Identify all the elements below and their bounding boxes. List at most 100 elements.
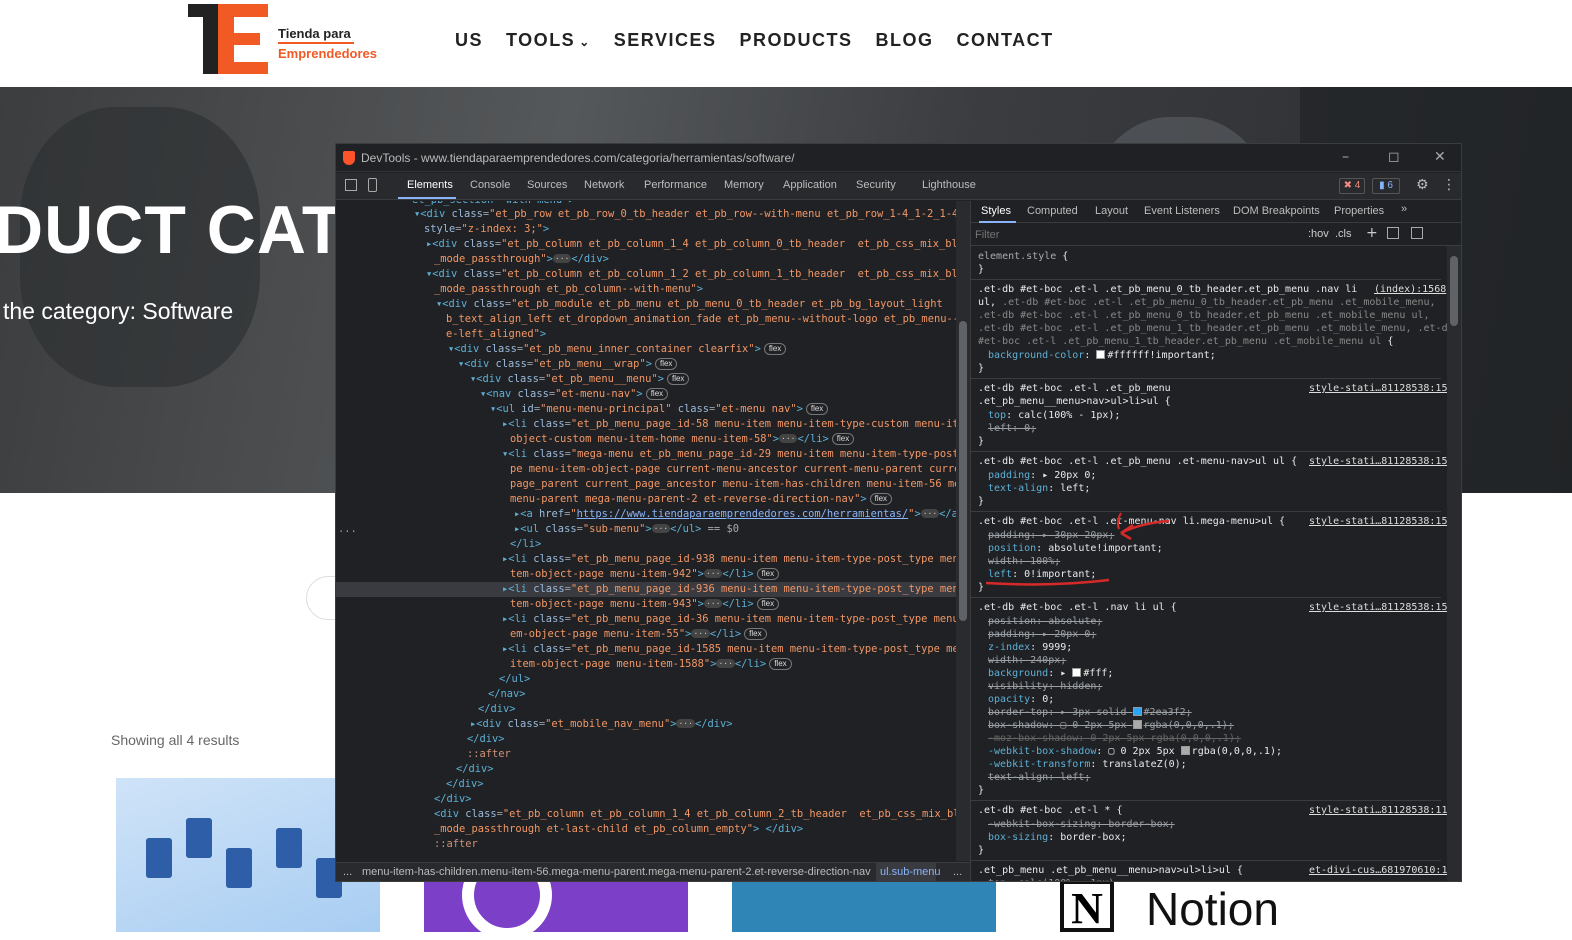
dom-node[interactable]: em-object-page menu-item-55"> ··· </li> fle… bbox=[510, 627, 767, 642]
dom-node[interactable]: tem-object-page menu-item-942"> ··· </li> f… bbox=[510, 567, 780, 582]
dom-node[interactable]: _mode_passthrough et_pb_column--with-men… bbox=[434, 282, 703, 297]
nav-item-contact[interactable]: CONTACT bbox=[956, 30, 1053, 51]
dom-node[interactable]: </nav> bbox=[488, 687, 526, 702]
nav-item-tools-label: TOOLS bbox=[506, 30, 576, 50]
tab-network[interactable]: Network bbox=[584, 179, 624, 191]
tab-performance[interactable]: Performance bbox=[644, 179, 707, 191]
dom-node[interactable]: ▾<div class="et_pb_module et_pb_menu et_… bbox=[436, 297, 956, 312]
dom-node[interactable]: <div class="et_pb_column et_pb_column_1_… bbox=[434, 807, 956, 822]
dom-node-selected[interactable]: ▸<ul class="sub-menu"> ··· </ul> == $0 bbox=[514, 522, 739, 537]
nav-item-products[interactable]: PRODUCTS bbox=[739, 30, 852, 51]
error-count: 4 bbox=[1354, 180, 1361, 191]
dom-node[interactable]: </li> bbox=[510, 537, 541, 552]
brand-name-line2: Emprendedores bbox=[278, 46, 377, 61]
close-icon[interactable]: ✕ bbox=[1434, 149, 1446, 165]
dom-node[interactable]: e-left_aligned"> bbox=[446, 327, 546, 342]
styles-pane: Styles Computed Layout Event Listeners D… bbox=[970, 201, 1461, 881]
error-count-badge[interactable]: ✖ 4 bbox=[1339, 178, 1365, 194]
dom-node[interactable]: </div> bbox=[446, 777, 484, 792]
dom-node[interactable]: ::after bbox=[434, 837, 478, 852]
elements-tree[interactable]: et_pb_section--with-menu"> ▾<div class="… bbox=[336, 201, 956, 861]
dom-node[interactable]: ▾<div class="et_pb_menu_inner_container … bbox=[448, 342, 787, 357]
dom-node[interactable]: </ul> bbox=[499, 672, 530, 687]
site-header: Tienda para Emprendedores US TOOLS ⌄ SERV… bbox=[0, 0, 1572, 87]
dom-node[interactable]: ▸<a href="https://www.tiendaparaemprende… bbox=[514, 507, 956, 522]
dom-node[interactable]: ▸<div class="et_mobile_nav_menu"> ··· </di… bbox=[470, 717, 732, 732]
breadcrumb-more[interactable]: ... bbox=[953, 866, 962, 878]
dom-node[interactable]: item-object-page menu-item-1588"> ··· </li… bbox=[510, 657, 792, 672]
tab-console[interactable]: Console bbox=[470, 179, 510, 191]
dom-node[interactable]: object-custom menu-item-home menu-item-5… bbox=[510, 432, 855, 447]
dom-node[interactable]: ▸<li class="et_pb_menu_page_id-36 menu-i… bbox=[502, 612, 956, 627]
site-logo[interactable] bbox=[188, 4, 268, 76]
dom-node[interactable]: _mode_passthrough et-last-child et_pb_co… bbox=[434, 822, 803, 837]
results-count: Showing all 4 results bbox=[111, 732, 240, 748]
server-icon bbox=[146, 838, 172, 878]
nav-item-blog[interactable]: BLOG bbox=[875, 30, 933, 51]
tab-application[interactable]: Application bbox=[783, 179, 837, 191]
dom-node[interactable]: tem-object-page menu-item-943"> ··· </li> f… bbox=[510, 597, 780, 612]
tab-sources[interactable]: Sources bbox=[527, 179, 567, 191]
tab-memory[interactable]: Memory bbox=[724, 179, 764, 191]
chevron-down-icon: ⌄ bbox=[579, 35, 591, 49]
notion-logo-icon: N bbox=[1060, 880, 1114, 933]
selected-marker: == $0 bbox=[707, 523, 739, 535]
kebab-menu-icon[interactable]: ⋮ bbox=[1442, 177, 1456, 193]
maximize-icon[interactable]: ◻ bbox=[1388, 149, 1400, 165]
elements-scrollbar[interactable] bbox=[956, 201, 970, 861]
nav-item-us[interactable]: US bbox=[455, 30, 483, 51]
dom-node[interactable]: b_text_align_left et_dropdown_animation_… bbox=[446, 312, 956, 327]
dom-node[interactable]: ▸<div class="et_pb_column et_pb_column_1… bbox=[426, 237, 956, 252]
dom-node[interactable]: ▸<li class="et_pb_menu_page_id-1585 menu… bbox=[502, 642, 956, 657]
breadcrumb: ... menu-item-has-children.menu-item-56.… bbox=[336, 862, 970, 881]
gear-icon[interactable]: ⚙ bbox=[1416, 177, 1429, 193]
devtools-tabbar: Elements Console Sources Network Perform… bbox=[336, 173, 1461, 200]
dom-node[interactable]: ▾<li class="mega-menu et_pb_menu_page_id… bbox=[502, 447, 956, 462]
dom-node[interactable]: ▾<div class="et_pb_column et_pb_column_1… bbox=[426, 267, 956, 282]
device-toolbar-icon[interactable] bbox=[368, 178, 377, 192]
dom-node[interactable]: pe menu-item-object-page current-menu-an… bbox=[510, 462, 956, 477]
dom-node[interactable]: </div> bbox=[467, 732, 505, 747]
minimize-icon[interactable]: – bbox=[1342, 149, 1349, 165]
dom-node[interactable]: ::after bbox=[467, 747, 511, 762]
nav-item-services[interactable]: SERVICES bbox=[614, 30, 717, 51]
brave-shield-icon bbox=[343, 151, 355, 165]
devtools-title: DevTools - www.tiendaparaemprendedores.c… bbox=[361, 151, 795, 165]
brand-name-line1: Tienda para bbox=[278, 26, 351, 41]
dom-node[interactable]: </div> bbox=[434, 792, 472, 807]
active-tab-indicator bbox=[398, 197, 456, 199]
tab-elements[interactable]: Elements bbox=[407, 179, 453, 191]
breadcrumb-item-li[interactable]: menu-item-has-children.menu-item-56.mega… bbox=[362, 866, 871, 878]
breadcrumb-item-ul[interactable]: ul.sub-menu bbox=[880, 866, 941, 878]
dom-node[interactable]: ▾<div class="et_pb_menu__wrap"> flex bbox=[458, 357, 678, 372]
dom-node[interactable]: menu-parent mega-menu-parent-2 et-revers… bbox=[510, 492, 893, 507]
nav-item-tools[interactable]: TOOLS ⌄ bbox=[506, 30, 591, 51]
tab-security[interactable]: Security bbox=[856, 179, 896, 191]
dom-node[interactable]: ▾<div class="et_pb_row et_pb_row_0_tb_he… bbox=[414, 207, 956, 222]
dom-node[interactable]: </div> bbox=[478, 702, 516, 717]
main-nav: US TOOLS ⌄ SERVICES PRODUCTS BLOG CONTACT bbox=[455, 30, 1077, 51]
breadcrumb-more[interactable]: ... bbox=[343, 866, 352, 878]
devtools-titlebar: DevTools - www.tiendaparaemprendedores.c… bbox=[336, 144, 1461, 172]
dom-node[interactable]: </div> bbox=[456, 762, 494, 777]
gutter-dots: ... bbox=[338, 523, 357, 535]
dom-node[interactable]: ▾<div class="et_pb_menu__menu"> flex bbox=[470, 372, 690, 387]
devtools-window: DevTools - www.tiendaparaemprendedores.c… bbox=[335, 143, 1462, 882]
scroll-thumb[interactable] bbox=[959, 321, 967, 621]
server-icon bbox=[276, 828, 302, 868]
dom-node[interactable]: _mode_passthrough"> ··· </div> bbox=[434, 252, 609, 267]
server-icon bbox=[186, 818, 212, 858]
tab-lighthouse[interactable]: Lighthouse bbox=[922, 179, 976, 191]
inspect-element-icon[interactable] bbox=[345, 179, 357, 191]
dom-node[interactable]: style="z-index: 3;"> bbox=[424, 222, 549, 237]
message-count: 6 bbox=[1387, 180, 1393, 191]
dom-node[interactable]: ▾<nav class="et-menu-nav"> flex bbox=[480, 387, 669, 402]
dom-node[interactable]: ▾<ul id="menu-menu-principal" class="et-… bbox=[490, 402, 829, 417]
dom-node[interactable]: ▸<li class="et_pb_menu_page_id-58 menu-i… bbox=[502, 417, 956, 432]
dom-node[interactable]: ▸<li class="et_pb_menu_page_id-938 menu-… bbox=[502, 552, 956, 567]
dom-node[interactable]: page_parent current_page_ancestor menu-i… bbox=[510, 477, 956, 492]
server-icon bbox=[226, 848, 252, 888]
brand-underline bbox=[278, 42, 354, 44]
dom-node[interactable]: ▸<li class="et_pb_menu_page_id-936 menu-… bbox=[502, 582, 956, 597]
message-count-badge[interactable]: ▮ 6 bbox=[1372, 178, 1400, 194]
